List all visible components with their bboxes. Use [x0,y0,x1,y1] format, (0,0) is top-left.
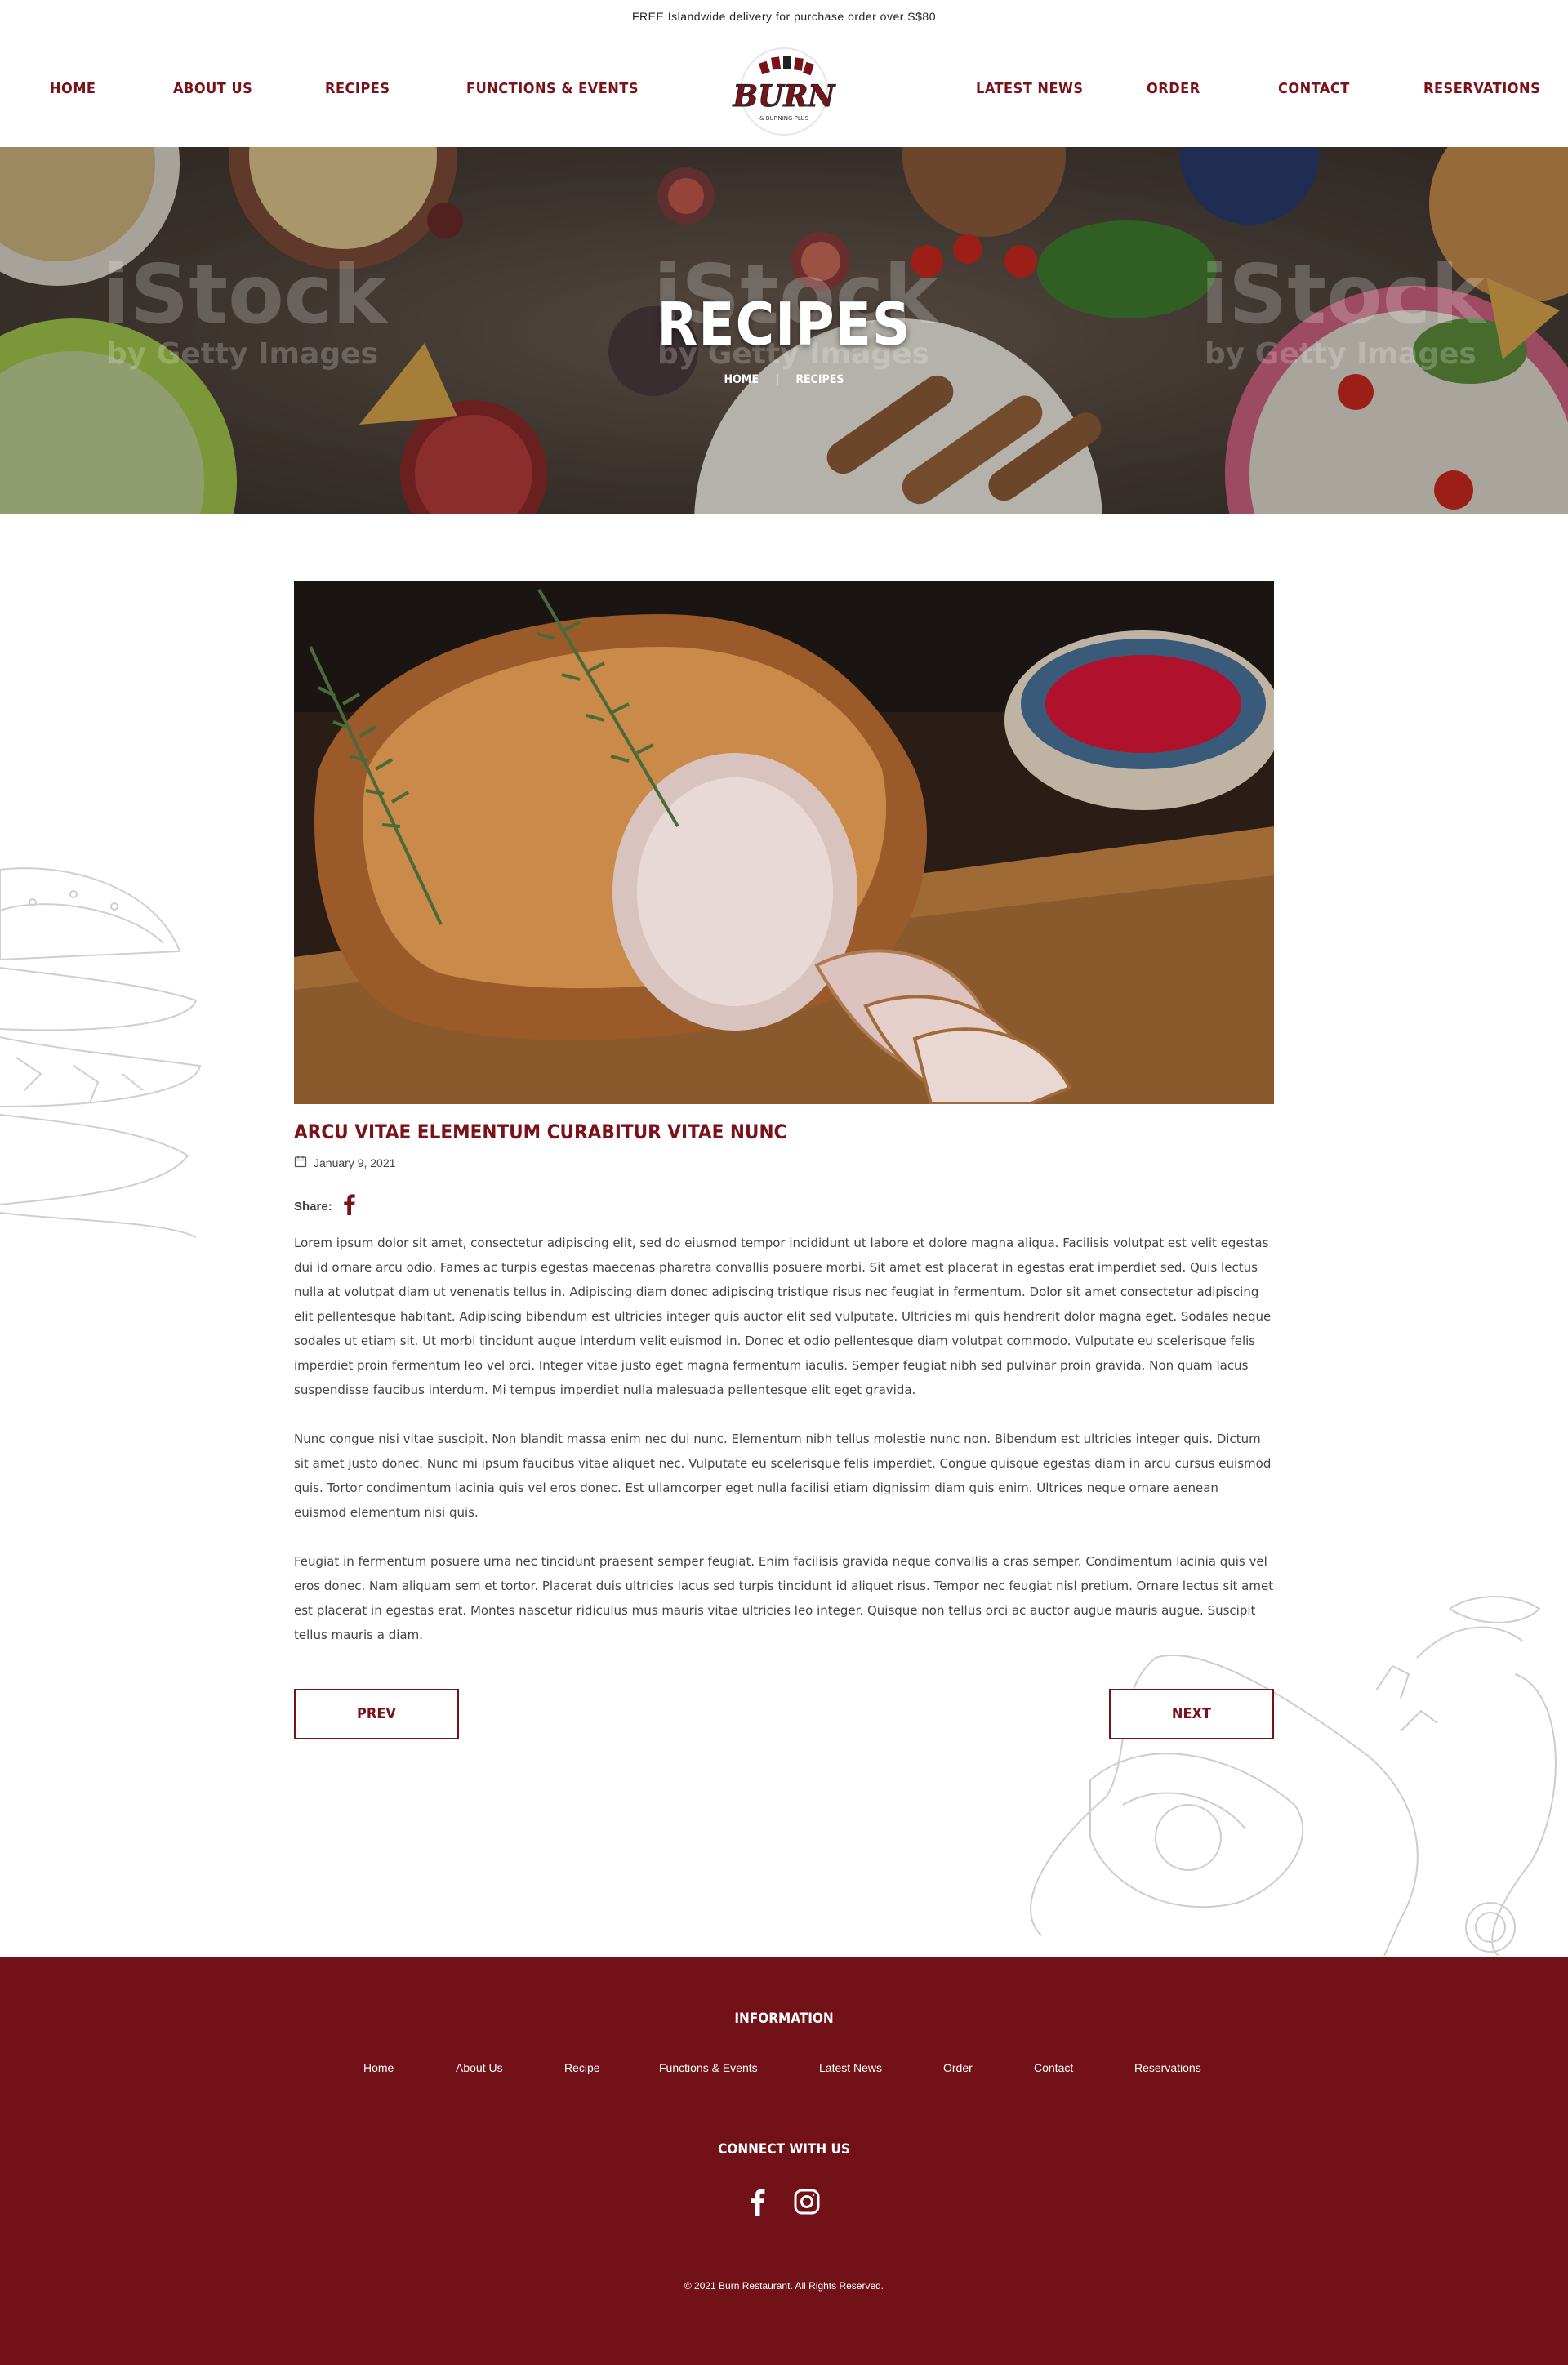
facebook-icon[interactable] [343,1194,355,1218]
nav-reservations[interactable]: RESERVATIONS [1423,80,1540,97]
copyright: © 2021 Burn Restaurant. All Rights Reser… [684,2280,884,2292]
hero-banner: iStock by Getty Images iStock by Getty I… [0,147,1568,514]
footer-link-home[interactable]: Home [363,2061,394,2074]
post-title: ARCU VITAE ELEMENTUM CURABITUR VITAE NUN… [294,1120,787,1143]
nav-recipes[interactable]: RECIPES [325,80,390,97]
footer-link-about-us[interactable]: About Us [456,2061,503,2074]
main-nav: HOME ABOUT US RECIPES FUNCTIONS & EVENTS… [0,33,1568,147]
next-button[interactable]: NEXT [1109,1689,1274,1739]
burger-sketch [0,862,212,1245]
footer-link-functions-events[interactable]: Functions & Events [659,2061,758,2074]
site-footer: INFORMATION Home About Us Recipe Functio… [0,1957,1568,2365]
footer-link-order[interactable]: Order [943,2061,973,2074]
prev-button[interactable]: PREV [294,1689,459,1739]
post-paragraph: Feugiat in fermentum posuere urna nec ti… [294,1554,1274,1642]
burn-logo[interactable]: BURN & BURNING PLUS [731,44,837,138]
footer-link-latest-news[interactable]: Latest News [819,2061,882,2074]
post-featured-image [294,581,1274,1104]
post-date-row: January 9, 2021 [294,1155,395,1170]
nav-order[interactable]: ORDER [1147,80,1200,97]
footer-link-reservations[interactable]: Reservations [1134,2061,1201,2074]
breadcrumb: HOME | RECIPES [0,373,1568,386]
post-paragraph: Nunc congue nisi vitae suscipit. Non bla… [294,1432,1272,1520]
breadcrumb-home[interactable]: HOME [724,373,759,386]
logo-tagline: & BURNING PLUS [760,115,809,122]
footer-link-recipe[interactable]: Recipe [564,2061,600,2074]
footer-info-heading: INFORMATION [734,2011,834,2027]
nav-functions-events[interactable]: FUNCTIONS & EVENTS [466,80,639,97]
page-title: RECIPES [657,290,911,359]
breadcrumb-separator: | [775,373,779,386]
share-label: Share: [294,1199,332,1214]
footer-link-contact[interactable]: Contact [1034,2061,1073,2074]
nav-home[interactable]: HOME [50,80,96,97]
facebook-icon[interactable] [742,2185,774,2218]
post-date: January 9, 2021 [314,1156,396,1169]
breadcrumb-current: RECIPES [795,373,844,386]
footer-connect-heading: CONNECT WITH US [718,2141,850,2158]
logo-wordmark: BURN [733,79,837,114]
instagram-icon[interactable] [791,2185,823,2218]
share-row: Share: [294,1194,355,1218]
promo-bar: FREE Islandwide delivery for purchase or… [631,10,936,23]
nav-contact[interactable]: CONTACT [1278,80,1350,97]
post-paragraph: Lorem ipsum dolor sit amet, consectetur … [294,1236,1272,1397]
calendar-icon [294,1155,307,1170]
nav-latest-news[interactable]: LATEST NEWS [976,80,1084,97]
nav-about-us[interactable]: ABOUT US [173,80,252,97]
